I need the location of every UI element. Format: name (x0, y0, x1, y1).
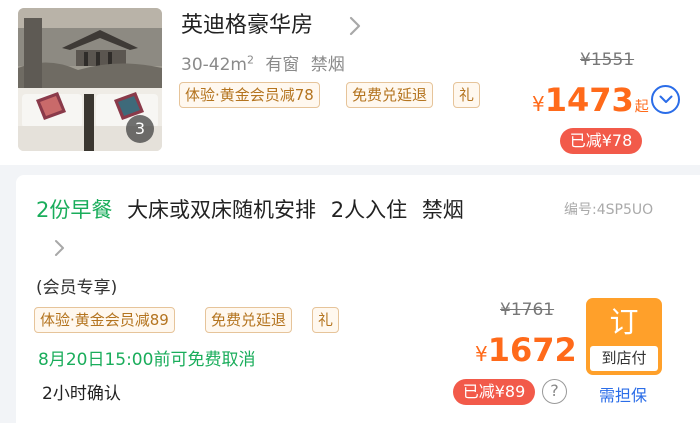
plan-price-value: 1672 (487, 331, 577, 369)
plan-smoking: 禁烟 (421, 198, 464, 222)
gift-tag: 礼 (312, 307, 340, 333)
plan-breakfast: 2份早餐 (36, 198, 113, 222)
room-photo[interactable]: 3 (18, 8, 162, 151)
photo-count-badge: 3 (126, 115, 154, 143)
book-button-label: 订 (609, 305, 639, 339)
room-price-value: 1473 (544, 81, 634, 119)
chevron-right-icon[interactable] (52, 237, 68, 259)
plan-title[interactable]: 2份早餐 大床或双床随机安排 2人入住 禁烟 (36, 194, 464, 224)
pay-at-hotel-label: 到店付 (590, 346, 658, 371)
plan-bed: 大床或双床随机安排 (127, 198, 317, 222)
cancel-policy: 8月20日15:00前可免费取消 (38, 350, 256, 370)
room-window: 有窗 (265, 55, 300, 75)
room-original-price: ¥1551 (580, 50, 635, 70)
book-button[interactable]: 订 到店付 (586, 298, 662, 375)
chevron-down-icon (659, 95, 673, 103)
room-smoking: 禁烟 (310, 55, 345, 75)
gift-tag: 礼 (453, 82, 481, 108)
plan-guests: 2人入住 (330, 198, 408, 222)
currency-symbol: ¥ (475, 342, 488, 366)
room-area-unit: 2 (246, 53, 254, 67)
room-price: ¥1473起 (532, 84, 649, 116)
question-circle-icon[interactable]: ? (542, 379, 567, 404)
currency-symbol: ¥ (532, 92, 545, 116)
price-from-label: 起 (634, 99, 649, 115)
guarantee-required-link[interactable]: 需担保 (599, 382, 647, 406)
chevron-right-icon[interactable] (344, 13, 366, 39)
member-discount-tag: 体验·黄金会员减78 (179, 82, 320, 108)
room-name[interactable]: 英迪格豪华房 (181, 10, 313, 42)
room-area: 30-42m (181, 55, 247, 75)
room-card[interactable]: 3 英迪格豪华房 30-42m2 有窗 禁烟 体验·黄金会员减78 免费兑延退 … (0, 0, 700, 165)
plan-discount-badge: 已减¥89 (453, 379, 535, 405)
late-checkout-tag: 免费兑延退 (346, 82, 434, 108)
expand-plans-button[interactable] (651, 85, 680, 114)
plan-price: ¥1672 (475, 334, 577, 366)
member-only-label: (会员专享) (36, 278, 118, 298)
confirm-time: 2小时确认 (42, 384, 121, 404)
room-discount-badge: 已减¥78 (560, 128, 642, 154)
plan-code: 编号:4SP5UO (564, 202, 654, 218)
member-discount-tag: 体验·黄金会员减89 (34, 307, 175, 333)
room-specs: 30-42m2 有窗 禁烟 (181, 50, 345, 75)
late-checkout-tag: 免费兑延退 (205, 307, 293, 333)
plan-original-price: ¥1761 (500, 300, 555, 320)
rate-plan-card[interactable]: 2份早餐 大床或双床随机安排 2人入住 禁烟 编号:4SP5UO (会员专享) … (16, 175, 700, 423)
